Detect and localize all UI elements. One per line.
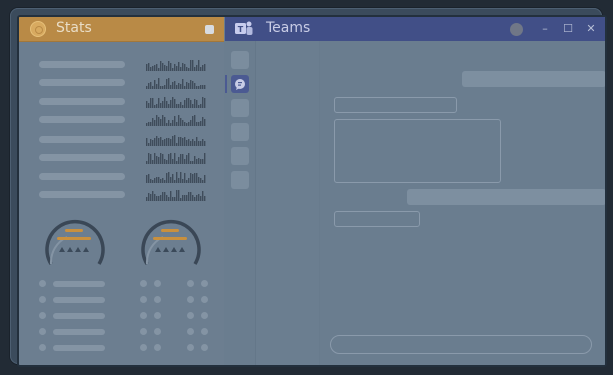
minimize-button[interactable]: – xyxy=(537,21,553,37)
stats-window: Stats xyxy=(19,17,224,365)
list-label-placeholder xyxy=(53,313,105,319)
metric-row xyxy=(39,57,219,71)
message-bubble xyxy=(334,97,457,113)
status-dot xyxy=(154,344,161,351)
list-label-placeholder xyxy=(53,297,105,303)
status-dot xyxy=(201,312,208,319)
status-dot xyxy=(201,280,208,287)
metric-row xyxy=(39,112,219,126)
status-dot xyxy=(187,296,194,303)
sparkline xyxy=(146,60,206,71)
metric-label-placeholder xyxy=(39,136,125,143)
metric-label-placeholder xyxy=(39,173,125,180)
list-label-placeholder xyxy=(53,281,105,287)
app-area: Stats T Teams – ☐ ✕ xyxy=(17,15,607,367)
sparkline xyxy=(146,115,206,126)
metric-row xyxy=(39,132,219,146)
list-item xyxy=(39,312,219,320)
list-item xyxy=(39,280,219,288)
status-dot xyxy=(140,344,147,351)
status-dot xyxy=(154,296,161,303)
stats-title: Stats xyxy=(56,20,92,36)
status-dot xyxy=(187,280,194,287)
compose-box[interactable] xyxy=(330,335,592,354)
app-rail xyxy=(225,41,256,365)
metric-row xyxy=(39,187,219,201)
teams-titlebar[interactable]: T Teams – ☐ ✕ xyxy=(225,17,605,41)
close-button[interactable]: ✕ xyxy=(583,21,599,37)
status-dot xyxy=(39,328,46,335)
status-dot xyxy=(201,296,208,303)
status-dot xyxy=(140,328,147,335)
stats-titlebar[interactable]: Stats xyxy=(19,17,224,42)
active-rail-marker xyxy=(225,75,227,93)
metric-row xyxy=(39,169,219,183)
status-dot xyxy=(154,328,161,335)
list-label-placeholder xyxy=(53,329,105,335)
status-dot xyxy=(39,344,46,351)
status-dot xyxy=(39,296,46,303)
metric-label-placeholder xyxy=(39,191,125,198)
metric-label-placeholder xyxy=(39,61,125,68)
message-bubble xyxy=(334,211,420,227)
metric-label-placeholder xyxy=(39,154,125,161)
chat-pane xyxy=(320,41,605,365)
status-dot xyxy=(140,280,147,287)
avatar[interactable] xyxy=(510,23,523,36)
list-item xyxy=(39,296,219,304)
metric-label-placeholder xyxy=(39,79,125,86)
gauge-left xyxy=(41,212,109,272)
metric-row xyxy=(39,94,219,108)
message-bubble xyxy=(334,119,501,183)
list-item xyxy=(39,344,219,352)
message-bubble xyxy=(407,189,605,205)
svg-text:T: T xyxy=(238,25,244,34)
metric-label-placeholder xyxy=(39,116,125,123)
chat-list xyxy=(256,41,320,365)
status-dot xyxy=(187,312,194,319)
chat-icon[interactable] xyxy=(231,75,249,93)
files-icon[interactable] xyxy=(231,171,249,189)
metric-row xyxy=(39,150,219,164)
teams-icon[interactable] xyxy=(231,99,249,117)
sparkline xyxy=(146,135,206,146)
maximize-button[interactable]: ☐ xyxy=(560,21,576,37)
status-dot xyxy=(140,312,147,319)
teams-title: Teams xyxy=(266,20,311,36)
status-dot xyxy=(187,344,194,351)
status-dot xyxy=(140,296,147,303)
sparkline xyxy=(146,97,206,108)
status-dot xyxy=(154,312,161,319)
metric-row xyxy=(39,75,219,89)
stats-menu-button[interactable] xyxy=(205,25,214,34)
calls-icon[interactable] xyxy=(231,147,249,165)
status-dot xyxy=(187,328,194,335)
sparkline xyxy=(146,190,206,201)
status-dot xyxy=(39,280,46,287)
sparkline xyxy=(146,172,206,183)
list-item xyxy=(39,328,219,336)
status-dot xyxy=(201,328,208,335)
calendar-icon[interactable] xyxy=(231,123,249,141)
gauge-right xyxy=(137,212,205,272)
status-dot xyxy=(39,312,46,319)
sparkline xyxy=(146,78,206,89)
metric-label-placeholder xyxy=(39,98,125,105)
status-dot xyxy=(154,280,161,287)
message-bubble xyxy=(462,71,605,87)
status-dot xyxy=(201,344,208,351)
stats-logo-icon xyxy=(30,21,46,37)
teams-window: T Teams – ☐ ✕ xyxy=(225,17,605,365)
list-label-placeholder xyxy=(53,345,105,351)
sparkline xyxy=(146,153,206,164)
teams-logo-icon: T xyxy=(235,21,253,35)
activity-icon[interactable] xyxy=(231,51,249,69)
